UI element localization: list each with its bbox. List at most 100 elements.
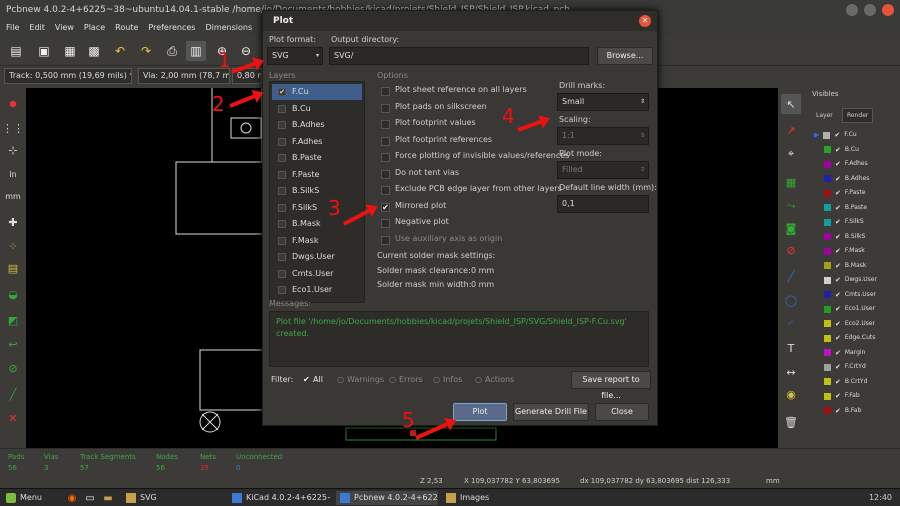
polar-coords-icon[interactable]: ⊹ (3, 140, 23, 160)
check-icon[interactable]: ✔ (835, 317, 841, 331)
layer-color-swatch[interactable] (824, 349, 831, 356)
add-text-icon[interactable]: T (781, 338, 801, 358)
check-icon[interactable]: ✔ (835, 244, 841, 258)
layer-row[interactable]: ✔ B.Fab (814, 404, 861, 418)
layer-color-swatch[interactable] (824, 363, 831, 371)
check-icon[interactable]: ✔ (835, 288, 841, 302)
inch-units-icon[interactable]: In (3, 164, 23, 184)
option-checkbox[interactable] (381, 235, 390, 245)
menu-item[interactable]: View (55, 20, 74, 36)
local-ratsnest-icon[interactable]: ⌖ (781, 144, 801, 164)
save-report-button[interactable]: Save report to file... (571, 371, 651, 400)
option-checkbox[interactable] (381, 186, 390, 195)
redo-icon[interactable]: ↷ (136, 41, 156, 61)
add-via-icon[interactable]: ◙ (781, 218, 801, 238)
layer-row[interactable]: ✔ F.SilkS (814, 215, 864, 229)
drc-icon[interactable]: ✹ (3, 94, 23, 114)
module-editor-icon[interactable]: ▦ (60, 41, 80, 61)
undo-icon[interactable]: ↶ (110, 41, 130, 61)
layer-checkbox[interactable] (278, 154, 286, 162)
layer-list-item[interactable]: B.SilkS (272, 183, 362, 199)
check-icon[interactable]: ✔ (835, 273, 841, 287)
start-menu-button[interactable]: Menu (2, 491, 58, 505)
check-icon[interactable]: ✔ (835, 157, 841, 171)
scaling-select[interactable]: 1:1 ⇕ (557, 127, 649, 145)
layer-color-swatch[interactable] (824, 189, 831, 197)
layer-checkbox[interactable] (278, 187, 286, 195)
grid-toggle-icon[interactable]: ⋮⋮ (2, 118, 24, 138)
option-checkbox[interactable] (381, 219, 390, 228)
plot-mode-select[interactable]: Filled ⇕ (557, 161, 649, 179)
layer-color-swatch[interactable] (824, 233, 831, 240)
layer-row[interactable]: ✔ F.Fab (814, 389, 860, 403)
menu-item[interactable]: File (6, 20, 19, 36)
layer-row[interactable]: ✔ F.Mask (814, 244, 865, 258)
maximize-icon[interactable] (864, 4, 876, 16)
check-icon[interactable]: ✔ (835, 230, 841, 244)
option-checkbox[interactable]: ✔ (381, 202, 390, 212)
filter-checkbox[interactable]: ○ (433, 375, 440, 384)
layer-checkbox[interactable] (278, 121, 286, 129)
plot-icon[interactable]: ▥ (186, 41, 206, 61)
layer-color-swatch[interactable] (824, 291, 831, 298)
layer-list-item[interactable]: Cmts.User (272, 266, 362, 282)
files-icon[interactable]: ▬ (100, 490, 116, 506)
layer-row[interactable]: ✔ B.SilkS (814, 230, 865, 244)
plot-format-select[interactable]: SVG ▾ (267, 47, 323, 65)
print-icon[interactable]: ⎙ (162, 41, 182, 61)
add-zone-icon[interactable]: ⊘ (781, 240, 801, 260)
firefox-icon[interactable]: ◉ (64, 490, 80, 506)
tab-layer[interactable]: Layer (816, 112, 833, 119)
layer-row[interactable]: ✔ Eco2.User (814, 317, 875, 331)
drill-marks-select[interactable]: Small ⇕ (557, 93, 649, 111)
check-icon[interactable]: ✔ (835, 172, 841, 186)
layer-row[interactable]: ✔ Edge.Cuts (814, 331, 875, 345)
layer-checkbox[interactable] (278, 253, 286, 261)
layer-checkbox[interactable] (278, 104, 286, 113)
layer-color-swatch[interactable] (824, 262, 831, 269)
layer-checkbox[interactable] (278, 236, 286, 245)
layer-row[interactable]: ✔ Cmts.User (814, 288, 876, 302)
add-dimension-icon[interactable]: ↔ (781, 362, 801, 382)
mm-units-icon[interactable]: mm (3, 186, 23, 206)
check-icon[interactable]: ✔ (835, 404, 841, 418)
taskbar-window[interactable]: Pcbnew 4.0.2-4+622... (336, 491, 438, 505)
layer-color-swatch[interactable] (824, 305, 831, 313)
taskbar-window[interactable]: KiCad 4.0.2-4+6225~... (228, 491, 330, 505)
check-icon[interactable]: ✔ (835, 346, 841, 360)
layer-checkbox[interactable] (278, 137, 286, 146)
layer-list[interactable]: ✔ F.Cu B.Cu B.Adhes F.Adhes B.Paste F.Paste B.S… (269, 81, 365, 303)
layer-list-item[interactable]: F.Paste (272, 167, 362, 183)
layer-color-swatch[interactable] (824, 407, 831, 414)
generate-drill-button[interactable]: Generate Drill File (513, 403, 589, 421)
menu-item[interactable]: Dimensions (205, 20, 252, 36)
option-checkbox[interactable] (381, 120, 390, 129)
filter-checkbox[interactable]: ○ (337, 375, 344, 384)
cursor-shape-icon[interactable]: ✚ (3, 212, 23, 232)
check-icon[interactable]: ✔ (835, 259, 841, 273)
layer-color-swatch[interactable] (824, 320, 831, 327)
layer-row[interactable]: ✔ B.Cu (814, 143, 859, 157)
layer-checkbox[interactable] (278, 220, 286, 228)
auto-delete-track-icon[interactable]: ◒ (3, 284, 23, 304)
delete-icon[interactable]: 🗑 (781, 412, 801, 432)
layer-color-swatch[interactable] (824, 146, 831, 153)
layer-row[interactable]: ▶ ✔ F.Cu (814, 128, 857, 142)
track-width-select[interactable]: Track: 0,500 mm (19,69 mils) * (4, 68, 132, 84)
layer-checkbox[interactable]: ✔ (278, 88, 286, 96)
via-size-select[interactable]: Via: 2,00 mm (78,7 mils) * (138, 68, 230, 84)
tab-render[interactable]: Render (842, 108, 874, 123)
new-board-icon[interactable]: ▤ (6, 41, 26, 61)
layer-color-swatch[interactable] (824, 334, 831, 342)
check-icon[interactable]: ✔ (835, 215, 841, 229)
layer-list-item[interactable]: Dwgs.User (272, 249, 362, 265)
filter-checkbox[interactable]: ○ (475, 375, 482, 384)
layer-color-swatch[interactable] (824, 247, 831, 255)
layer-color-swatch[interactable] (823, 131, 831, 139)
layer-checkbox[interactable] (278, 286, 286, 294)
add-circle-icon[interactable]: ◯ (781, 290, 801, 310)
messages-box[interactable]: Plot file '/home/jo/Documents/hobbies/ki… (269, 311, 649, 367)
terminal-icon[interactable]: ▭ (82, 490, 98, 506)
layer-row[interactable]: ✔ F.Adhes (814, 157, 868, 171)
menu-item[interactable]: Place (84, 20, 105, 36)
